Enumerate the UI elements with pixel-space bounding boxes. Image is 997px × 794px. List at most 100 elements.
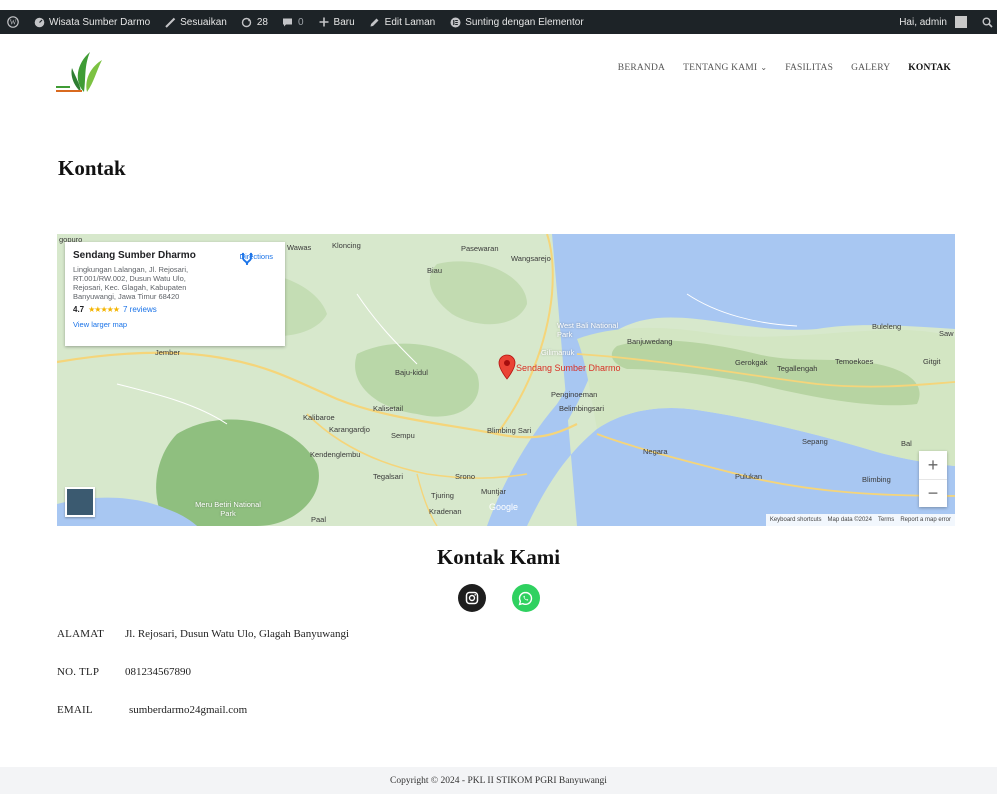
avatar (955, 16, 967, 28)
edit-page-label: Edit Laman (384, 16, 436, 28)
address-label: Alamat (57, 628, 105, 640)
elementor-link[interactable]: Sunting dengan Elementor (442, 10, 590, 34)
wp-admin-bar: W Wisata Sumber Darmo Sesuaikan 28 0 Bar… (0, 10, 997, 34)
social-icons (0, 584, 997, 612)
refresh-icon (241, 16, 253, 28)
customize-link[interactable]: Sesuaikan (157, 10, 234, 34)
map-label: Baju-kidul (395, 368, 428, 377)
instagram-button[interactable] (457, 584, 486, 612)
nav-item-beranda[interactable]: Beranda (618, 63, 665, 73)
nav-item-fasilitas[interactable]: Fasilitas (785, 63, 833, 73)
elementor-label: Sunting dengan Elementor (465, 16, 584, 28)
map-label: Kalibaroe (303, 413, 335, 422)
minus-icon: − (927, 483, 939, 503)
whatsapp-icon (518, 591, 533, 605)
whatsapp-button[interactable] (511, 584, 540, 612)
map-pin-label: Sendang Sumber Dharmo (516, 363, 621, 373)
comments-count: 0 (297, 16, 304, 28)
reviews-link[interactable]: 7 reviews (123, 305, 157, 314)
zoom-in-button[interactable]: + (919, 451, 947, 479)
directions-button[interactable]: Directions (240, 252, 273, 265)
zoom-controls: + − (919, 451, 947, 507)
map-label: Bal (901, 439, 912, 448)
instagram-icon (465, 591, 478, 605)
nav-item-galery[interactable]: Galery (851, 63, 890, 73)
map-label: Blimbing (862, 475, 891, 484)
wordpress-logo-button[interactable]: W (0, 10, 26, 34)
main-navigation: Beranda Tentang Kami ⌄ Fasilitas Galery K… (618, 63, 951, 73)
map-label: Sepang (802, 437, 828, 446)
map-label: Banjuwedang (627, 337, 673, 346)
map-label: Gilimanuk (541, 348, 575, 357)
map-label: Gitgit (923, 357, 941, 366)
new-content-link[interactable]: Baru (311, 10, 362, 34)
place-info-card: Sendang Sumber Dharmo Lingkungan Lalanga… (65, 242, 285, 346)
search-icon (981, 16, 993, 28)
plus-icon (318, 16, 330, 28)
elementor-icon (449, 16, 461, 28)
site-name-link[interactable]: Wisata Sumber Darmo (26, 10, 157, 34)
copyright-text: Copyright © 2024 - PKL II STIKOM PGRI Ba… (390, 775, 607, 786)
updates-count: 28 (256, 16, 268, 28)
chevron-down-icon: ⌄ (760, 63, 768, 72)
customize-label: Sesuaikan (180, 16, 227, 28)
view-larger-map-link[interactable]: View larger map (73, 320, 277, 329)
greeting-label: Hai, admin (899, 16, 947, 28)
site-footer: Copyright © 2024 - PKL II STIKOM PGRI Ba… (0, 767, 997, 794)
map-label: Karangardjo (329, 425, 370, 434)
terms-link[interactable]: Terms (878, 517, 894, 523)
satellite-toggle-button[interactable] (65, 487, 95, 517)
map-pin-icon[interactable] (498, 354, 516, 380)
search-button[interactable] (974, 10, 997, 34)
google-map-embed[interactable]: gopuro Kloncing Wawas Pasewaran Wangsare… (57, 234, 955, 526)
site-name-label: Wisata Sumber Darmo (49, 16, 151, 28)
map-label: Penginoeman (551, 390, 598, 399)
logo-leaf-icon (56, 52, 102, 92)
comments-link[interactable]: 0 (275, 10, 311, 34)
updates-link[interactable]: 28 (234, 10, 275, 34)
star-rating-icon: ★★★★★ (88, 305, 120, 314)
map-label: Wangsarejo (511, 254, 551, 263)
page-title: Kontak (58, 156, 126, 180)
map-label: Kalisetail (373, 404, 404, 413)
edit-page-link[interactable]: Edit Laman (362, 10, 443, 34)
map-label: Jember (155, 348, 181, 357)
map-label: Biau (427, 266, 443, 275)
comment-icon (282, 16, 294, 28)
nav-item-tentang-kami[interactable]: Tentang Kami ⌄ (683, 63, 767, 73)
wordpress-icon: W (7, 16, 19, 28)
map-label: Pasewaran (461, 244, 499, 253)
map-label: Belimbingsari (559, 404, 605, 413)
pencil-icon (369, 16, 381, 28)
map-attribution: Keyboard shortcuts Map data ©2024 Terms … (765, 514, 955, 526)
map-label: Tegallengah (777, 364, 818, 373)
nav-item-tentang-kami-label: Tentang Kami (683, 63, 758, 73)
map-label: Srono (455, 472, 476, 481)
zoom-out-button[interactable]: − (919, 479, 947, 507)
site-logo[interactable] (54, 48, 110, 96)
email-label: Email (57, 704, 93, 716)
contact-heading: Kontak Kami (436, 545, 561, 569)
site-header: Beranda Tentang Kami ⌄ Fasilitas Galery K… (0, 34, 997, 114)
map-label: Sempu (391, 431, 415, 440)
keyboard-shortcuts-link[interactable]: Keyboard shortcuts (770, 517, 822, 523)
new-label: Baru (333, 16, 355, 28)
report-error-link[interactable]: Report a map error (900, 517, 951, 523)
address-value: Jl. Rejosari, Dusun Watu Ulo, Glagah Ban… (125, 628, 350, 640)
email-value: sumberdarmo24gmail.com (129, 704, 248, 716)
my-account-link[interactable]: Hai, admin (892, 10, 974, 34)
map-label: Temoekoes (835, 357, 874, 366)
map-label: Kloncing (332, 241, 361, 250)
phone-label: No. Tlp (57, 666, 100, 678)
rating-value: 4.7 (73, 305, 85, 314)
nav-item-kontak[interactable]: Kontak (908, 63, 951, 73)
map-label: Pulukan (735, 472, 763, 481)
map-label: Gerokgak (735, 358, 768, 367)
map-label: Negara (643, 447, 668, 456)
map-label: Wawas (287, 243, 312, 252)
map-label: Kendenglembu (310, 450, 361, 459)
phone-value: 081234567890 (125, 666, 191, 678)
map-label: Kradenan (429, 507, 462, 516)
place-address: Lingkungan Lalangan, Jl. Rejosari, RT.00… (73, 265, 189, 301)
map-label: Saw (939, 329, 954, 338)
